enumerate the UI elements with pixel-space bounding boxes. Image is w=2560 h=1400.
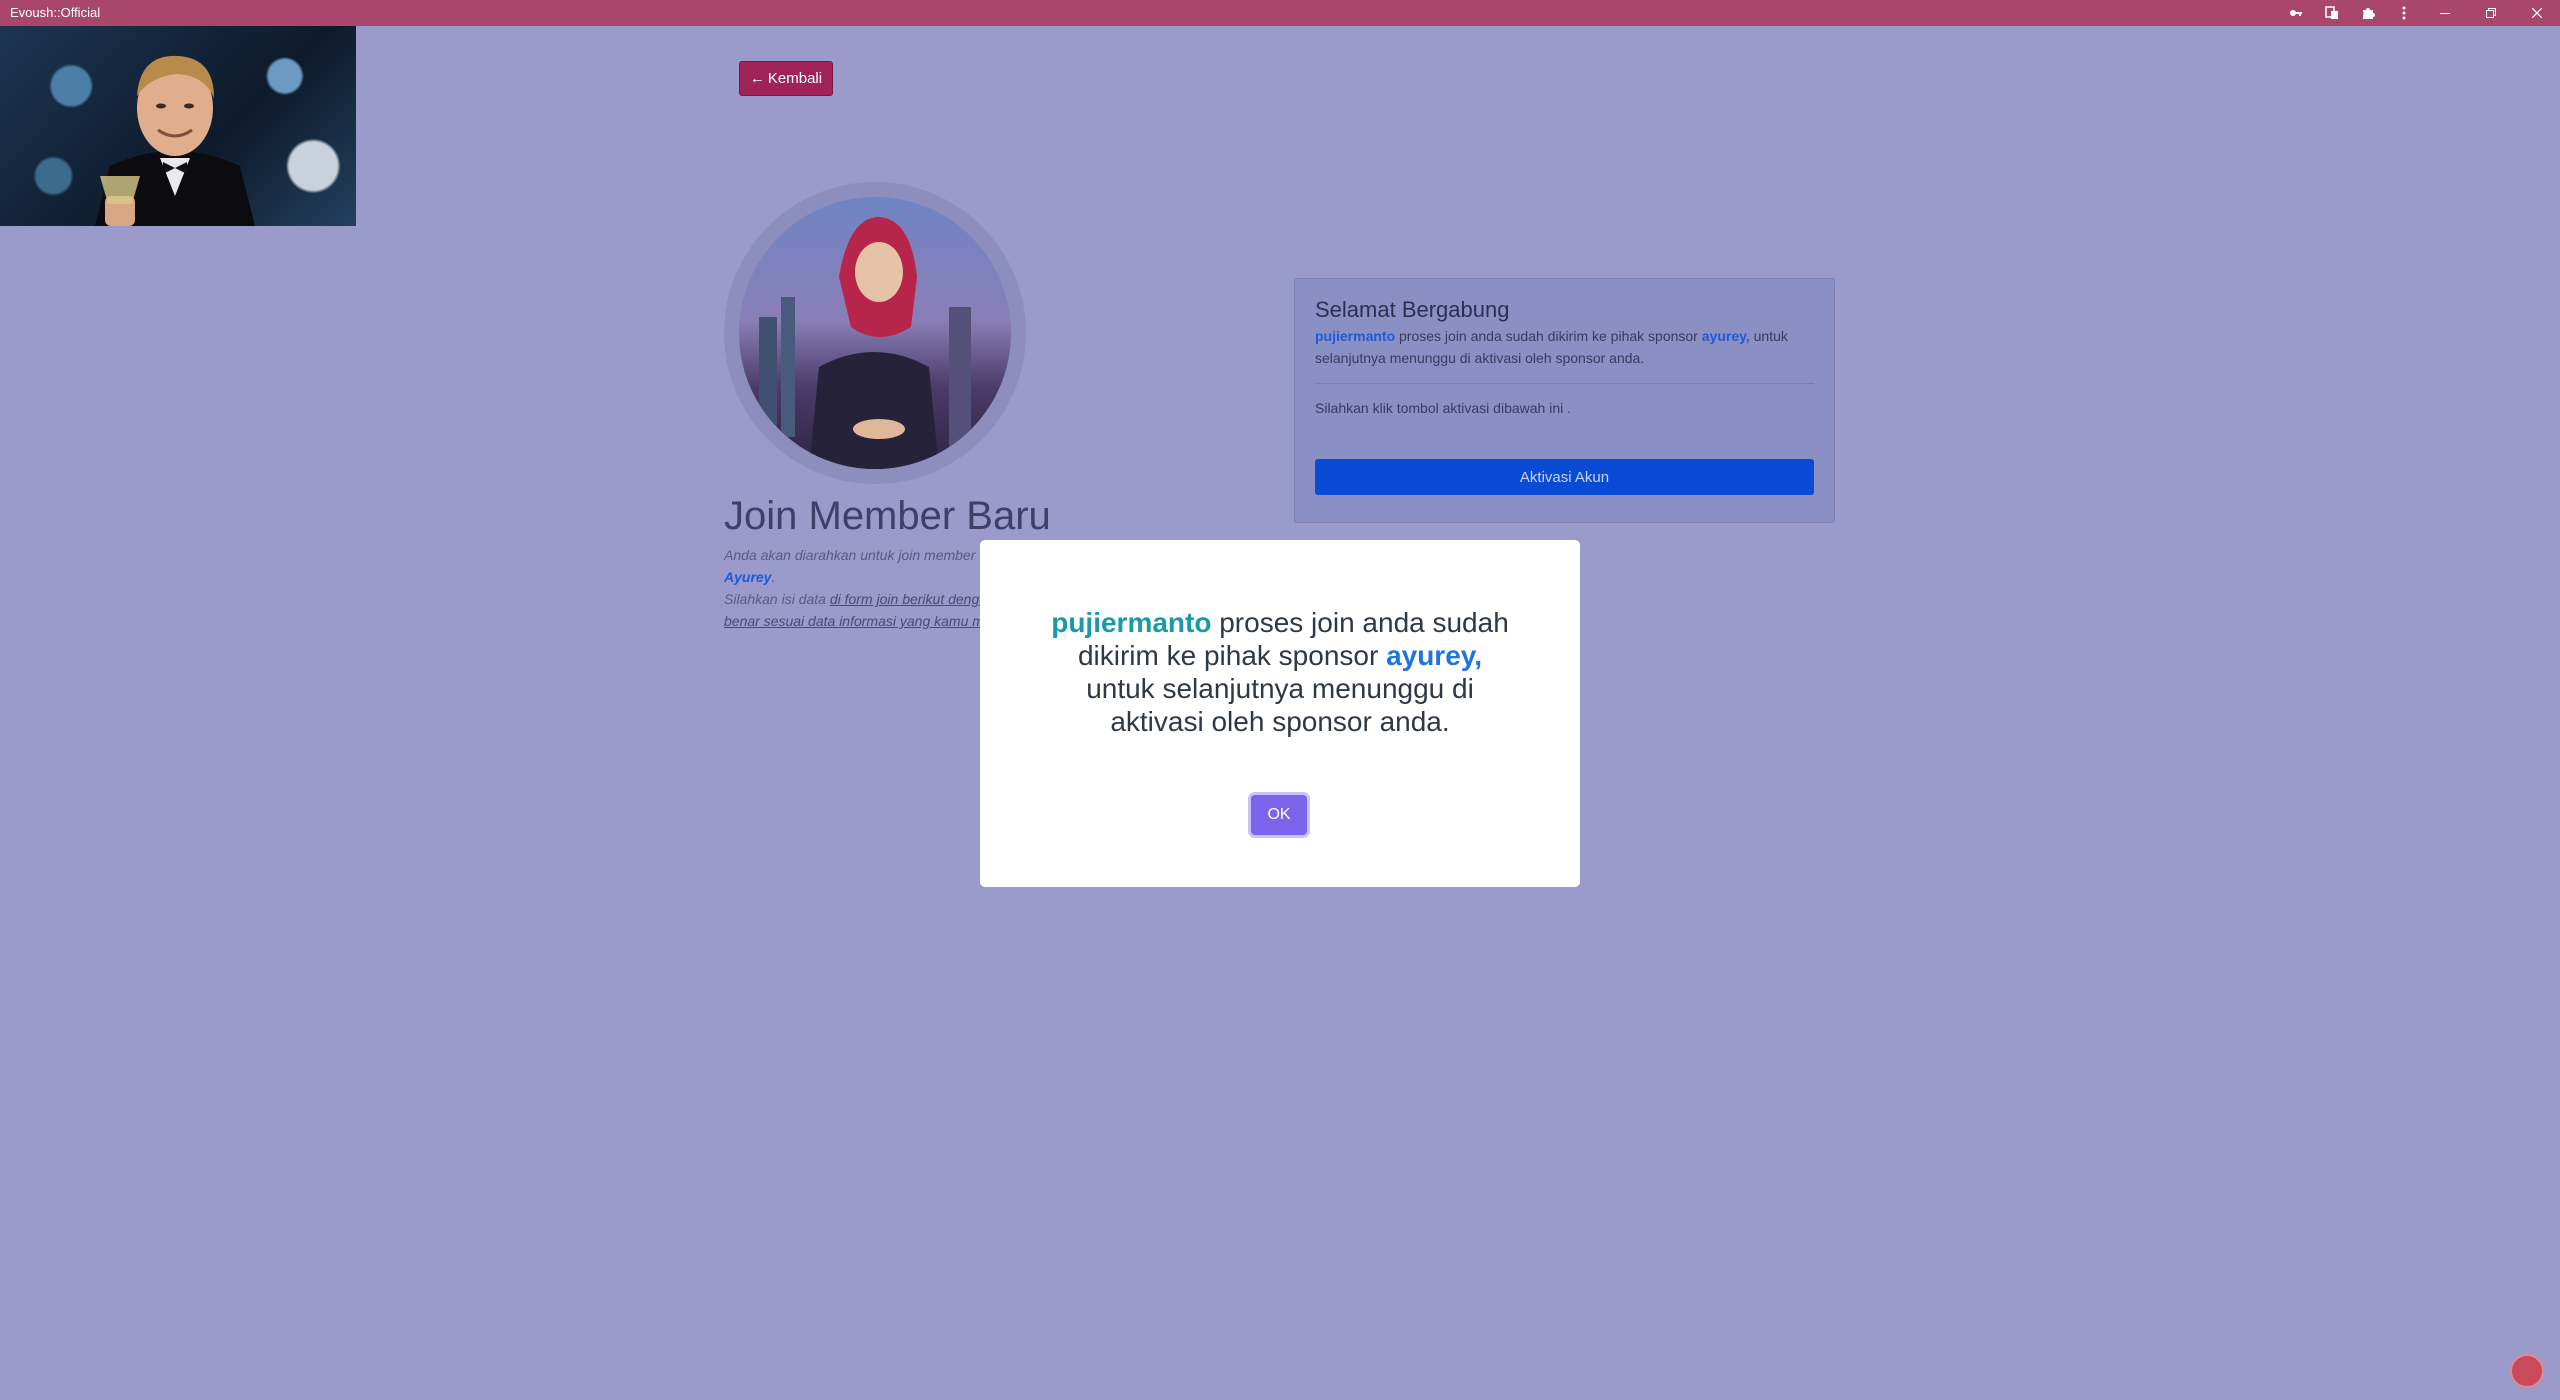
join-form-link[interactable]: di form join berikut dengan	[830, 591, 984, 607]
gatsby-toast-image	[0, 26, 356, 226]
ok-button[interactable]: OK	[1251, 795, 1307, 835]
sponsor-name: Ayurey	[724, 569, 772, 585]
sponsor-avatar	[739, 197, 1011, 469]
notification-bell-icon[interactable]	[2510, 1354, 2544, 1388]
translate-icon[interactable]	[2314, 0, 2350, 26]
card-msg-part1: proses join anda sudah dikirim ke pihak …	[1395, 328, 1702, 344]
modal-part2: untuk selanjutnya menunggu di aktivasi o…	[1086, 673, 1474, 737]
join-description: Anda akan diarahkan untuk join member Ay…	[724, 544, 984, 632]
restore-icon[interactable]	[2468, 0, 2514, 26]
card-hint: Silahkan klik tombol aktivasi dibawah in…	[1315, 400, 1572, 416]
activate-account-button[interactable]: Aktivasi Akun	[1315, 459, 1814, 495]
back-button[interactable]: ← Kembali	[739, 61, 833, 96]
key-icon[interactable]	[2278, 0, 2314, 26]
more-vert-icon[interactable]	[2386, 0, 2422, 26]
confirmation-modal: pujiermanto proses join anda sudah dikir…	[980, 540, 1580, 887]
join-line1: Anda akan diarahkan untuk join member	[724, 547, 976, 563]
minimize-icon[interactable]	[2422, 0, 2468, 26]
close-icon[interactable]	[2514, 0, 2560, 26]
card-title: Selamat Bergabung	[1315, 297, 1510, 322]
modal-sponsor: ayurey,	[1386, 640, 1483, 671]
back-button-label: Kembali	[767, 70, 823, 87]
join-line4: benar sesuai data informasi yang kamu mi…	[724, 613, 984, 629]
window-titlebar: Evoush::Official	[0, 0, 2560, 26]
window-title: Evoush::Official	[10, 5, 101, 20]
modal-username: pujiermanto	[1051, 607, 1212, 638]
card-divider	[1315, 383, 1814, 384]
modal-message: pujiermanto proses join anda sudah dikir…	[1050, 606, 1510, 738]
join-line3: Silahkan isi data	[724, 591, 830, 607]
join-title: Join Member Baru	[724, 494, 1051, 538]
welcome-card: Selamat Bergabung pujiermanto proses joi…	[1294, 278, 1835, 523]
card-message: pujiermanto proses join anda sudah dikir…	[1315, 325, 1814, 369]
card-username: pujiermanto	[1315, 328, 1396, 344]
arrow-left-icon: ←	[749, 70, 765, 87]
card-sponsor: ayurey,	[1701, 328, 1750, 344]
puzzle-icon[interactable]	[2350, 0, 2386, 26]
